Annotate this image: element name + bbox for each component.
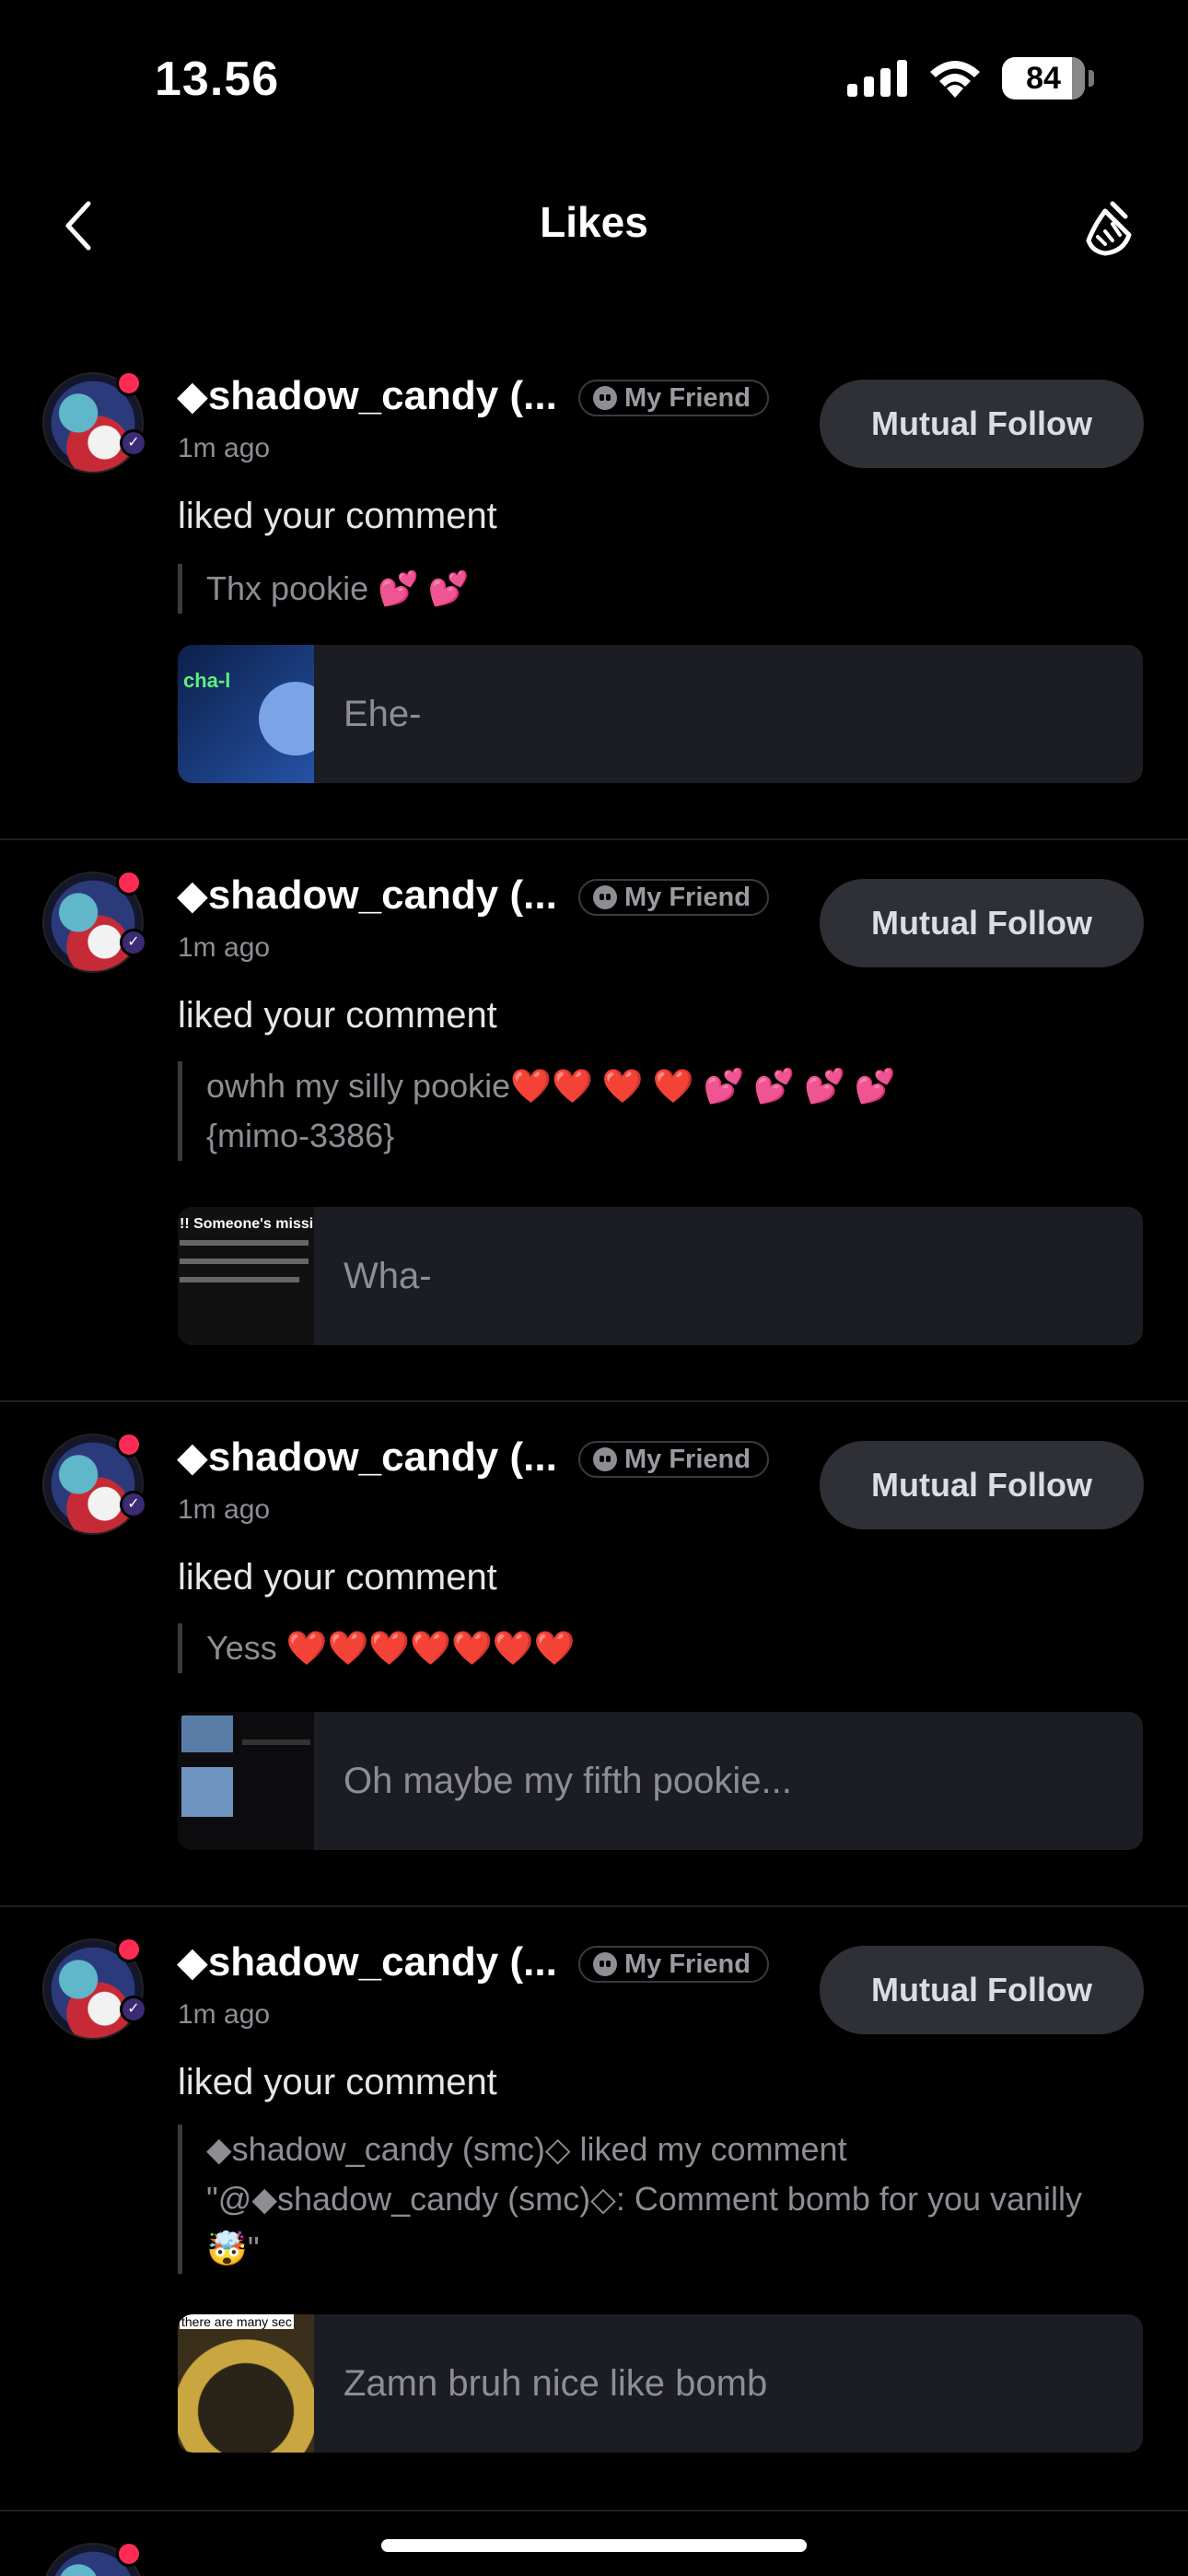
home-indicator[interactable] — [381, 2539, 807, 2552]
post-thumbnail — [178, 1712, 314, 1850]
battery-level: 84 — [1026, 60, 1061, 96]
comment-text: Wha- — [344, 1255, 432, 1296]
comment-text: Zamn bruh nice like bomb — [344, 2362, 768, 2404]
action-text: liked your comment — [178, 1557, 497, 1598]
liked-comment: owhh my silly pookie❤️❤️ ❤️ ❤️ 💕 💕 💕 💕 {… — [178, 1061, 1007, 1161]
friend-icon — [593, 1447, 617, 1471]
friend-tag: My Friend — [578, 1946, 769, 1983]
post-preview[interactable]: !! Someone's missing Wha- — [178, 1207, 1143, 1345]
mutual-follow-button[interactable]: Mutual Follow — [820, 1441, 1144, 1529]
page-title: Likes — [540, 198, 648, 246]
badge-icon: ✓ — [120, 1996, 147, 2023]
thumb-text: there are many sec — [180, 2314, 294, 2329]
friend-icon — [593, 386, 617, 410]
clear-button[interactable] — [1077, 193, 1147, 263]
status-icons: 84 — [847, 57, 1094, 100]
post-thumbnail: cha-l — [178, 645, 314, 783]
timestamp: 1m ago — [178, 1494, 271, 1525]
thumb-text: cha-l — [183, 669, 231, 692]
list-item[interactable]: ✓ ◆shadow_candy (... My Friend Mutual Fo… — [0, 1402, 1188, 1907]
timestamp: 1m ago — [178, 932, 271, 963]
post-thumbnail: !! Someone's missing — [178, 1207, 314, 1345]
action-text: liked your comment — [178, 995, 497, 1036]
broom-icon — [1086, 201, 1132, 256]
friend-icon — [593, 885, 617, 909]
live-dot — [116, 1937, 142, 1962]
wifi-icon — [930, 61, 980, 98]
timestamp: 1m ago — [178, 1999, 271, 2030]
action-text: liked your comment — [178, 2062, 497, 2102]
username[interactable]: ◆shadow_candy (... — [177, 1938, 557, 1985]
post-preview[interactable]: there are many sec Zamn bruh nice like b… — [178, 2314, 1143, 2453]
badge-icon: ✓ — [120, 429, 147, 457]
post-preview[interactable]: Oh maybe my fifth pookie... — [178, 1712, 1143, 1850]
live-dot — [116, 870, 142, 896]
list-item[interactable]: ✓ ◆shadow_candy (... My Friend Mutual Fo… — [0, 341, 1188, 840]
comment-text: Ehe- — [344, 693, 422, 734]
friend-tag: My Friend — [578, 1441, 769, 1478]
badge-icon: ✓ — [120, 1491, 147, 1518]
timestamp: 1m ago — [178, 433, 271, 463]
status-bar: 13.56 84 — [0, 0, 1188, 166]
friend-icon — [593, 1952, 617, 1976]
list-item[interactable]: ✓ ◆shadow_candy (... My Friend Mutual Fo… — [0, 840, 1188, 1402]
post-preview[interactable]: cha-l Ehe- — [178, 645, 1143, 783]
mutual-follow-button[interactable]: Mutual Follow — [820, 879, 1144, 967]
mutual-follow-button[interactable]: Mutual Follow — [820, 1946, 1144, 2034]
nav-bar: Likes — [0, 175, 1188, 276]
username[interactable]: ◆shadow_candy (... — [177, 872, 557, 919]
live-dot — [116, 1432, 142, 1458]
liked-comment: Yess ❤️❤️❤️❤️❤️❤️❤️ — [178, 1623, 1080, 1673]
signal-icon — [847, 60, 907, 97]
live-dot — [116, 370, 142, 396]
username[interactable]: ◆shadow_candy (... — [177, 1434, 557, 1481]
friend-tag: My Friend — [578, 879, 769, 916]
badge-icon: ✓ — [120, 929, 147, 956]
liked-comment: Thx pookie 💕 💕 — [178, 564, 1080, 614]
mutual-follow-button[interactable]: Mutual Follow — [820, 380, 1144, 468]
likes-list: ✓ ◆shadow_candy (... My Friend Mutual Fo… — [0, 341, 1188, 2576]
battery-icon: 84 — [1002, 57, 1094, 100]
comment-text: Oh maybe my fifth pookie... — [344, 1760, 792, 1801]
thumb-text: !! Someone's missing — [180, 1216, 314, 1232]
action-text: liked your comment — [178, 496, 497, 536]
friend-tag: My Friend — [578, 380, 769, 416]
list-item[interactable]: ✓ ◆shadow_candy (... My Friend Mutual Fo… — [0, 1907, 1188, 2512]
username[interactable]: ◆shadow_candy (... — [177, 372, 557, 419]
status-time: 13.56 — [155, 53, 280, 106]
liked-comment: ◆shadow_candy (smc)◇ liked my comment "@… — [178, 2125, 1099, 2274]
post-thumbnail: there are many sec — [178, 2314, 314, 2453]
live-dot — [116, 2541, 142, 2567]
